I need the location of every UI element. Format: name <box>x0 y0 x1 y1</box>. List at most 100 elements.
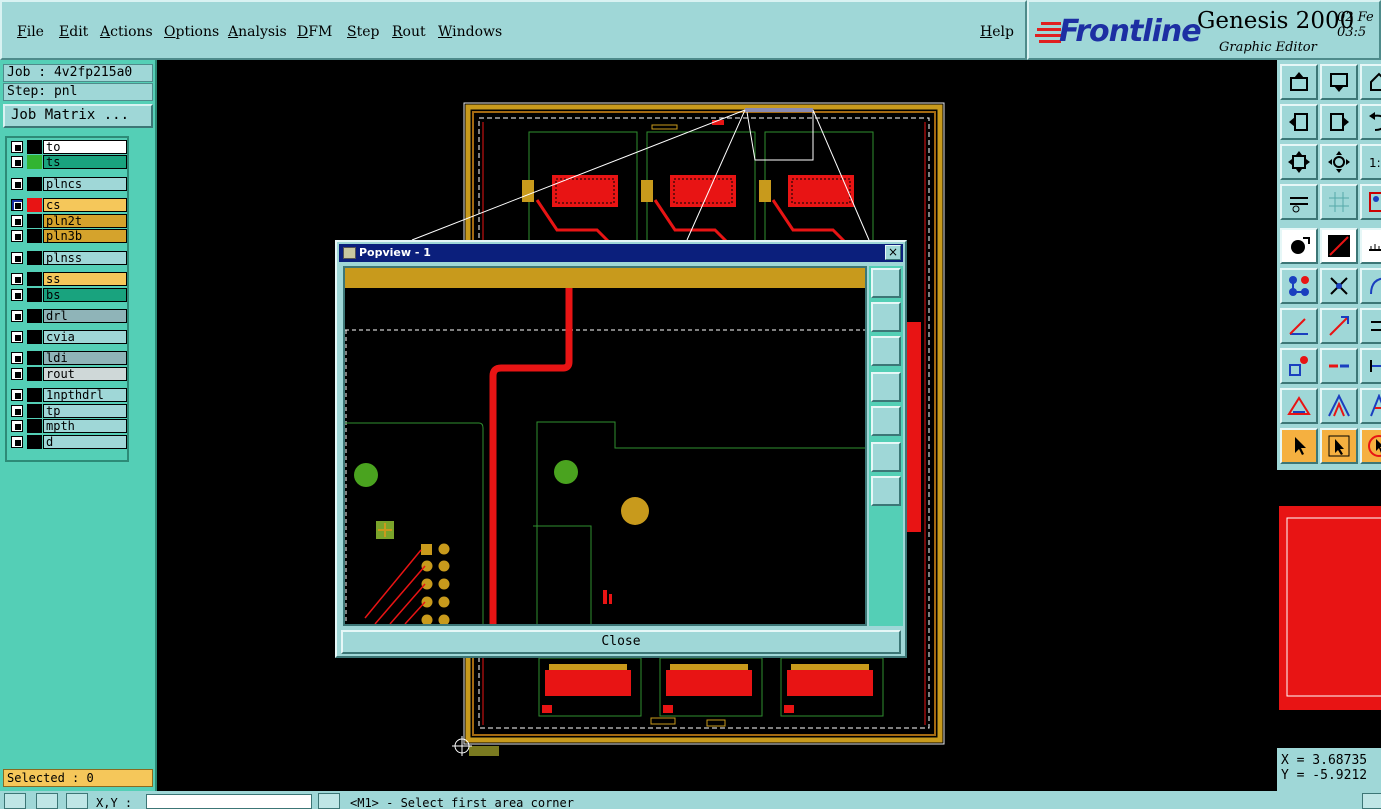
layer-name[interactable]: bs <box>43 288 127 302</box>
menu-help[interactable]: Help <box>980 24 1014 40</box>
layer-checkbox[interactable] <box>11 215 23 227</box>
measure-tool-icon[interactable] <box>1280 184 1318 220</box>
layer-color-swatch[interactable] <box>27 288 42 302</box>
layer-row-drl[interactable]: drl <box>9 309 127 323</box>
confirm-check-icon[interactable] <box>36 793 58 809</box>
pan-right-icon[interactable] <box>1320 104 1358 140</box>
text-icon[interactable] <box>1360 388 1381 424</box>
layer-row-ss[interactable]: ss <box>9 272 127 286</box>
menu-options[interactable]: Options <box>164 24 219 40</box>
layer-color-swatch[interactable] <box>27 251 42 265</box>
delete-point-icon[interactable] <box>1320 268 1358 304</box>
layer-color-swatch[interactable] <box>27 155 42 169</box>
layer-name[interactable]: 1npthdrl <box>43 388 127 402</box>
layer-row-bs[interactable]: bs <box>9 288 127 302</box>
join-icon[interactable] <box>1360 348 1381 384</box>
layer-row-cvia[interactable]: cvia <box>9 330 127 344</box>
popview-titlebar[interactable]: Popview - 1 × <box>339 244 903 262</box>
menu-windows[interactable]: Windows <box>438 24 502 40</box>
menu-rout[interactable]: Rout <box>392 24 426 40</box>
layer-name[interactable]: cs <box>43 198 127 212</box>
layer-color-swatch[interactable] <box>27 198 42 212</box>
layer-checkbox[interactable] <box>11 331 23 343</box>
layer-name[interactable]: plncs <box>43 177 127 191</box>
layer-color-swatch[interactable] <box>27 388 42 402</box>
draw-diagonal-icon[interactable] <box>1320 308 1358 344</box>
layer-checkbox[interactable] <box>11 178 23 190</box>
layer-checkbox[interactable] <box>11 389 23 401</box>
layer-checkbox[interactable] <box>11 420 23 432</box>
menu-edit[interactable]: Edit <box>59 24 88 40</box>
zoom-fit-icon[interactable] <box>1280 144 1318 180</box>
overview-preview[interactable] <box>1277 470 1381 748</box>
select-pointer-icon[interactable] <box>1280 428 1318 464</box>
pan-left-icon[interactable] <box>1280 104 1318 140</box>
layer-checkbox[interactable] <box>11 352 23 364</box>
menu-dfm[interactable]: DFM <box>297 24 332 40</box>
move-pad-icon[interactable] <box>1280 348 1318 384</box>
layer-color-swatch[interactable] <box>27 177 42 191</box>
zoom-center-icon[interactable] <box>1320 144 1358 180</box>
grid-icon[interactable] <box>1320 184 1358 220</box>
layer-name[interactable]: to <box>43 140 127 154</box>
popview-pan-down-icon[interactable] <box>871 336 901 366</box>
layer-name[interactable]: ts <box>43 155 127 169</box>
layer-name[interactable]: plnss <box>43 251 127 265</box>
layer-row-pln2t[interactable]: pln2t <box>9 214 127 228</box>
layer-row-plncs[interactable]: plncs <box>9 177 127 191</box>
layer-checkbox[interactable] <box>11 289 23 301</box>
layer-name[interactable]: ldi <box>43 351 127 365</box>
layer-row-ts[interactable]: ts <box>9 155 127 169</box>
zoom-ratio-icon[interactable]: 1:1 <box>1360 144 1381 180</box>
popview-zoom-icon[interactable] <box>871 268 901 298</box>
layer-checkbox[interactable] <box>11 405 23 417</box>
add-line-icon[interactable] <box>1320 228 1358 264</box>
draw-angle-icon[interactable] <box>1280 308 1318 344</box>
layer-row-1npthdrl[interactable]: 1npthdrl <box>9 388 127 402</box>
layer-checkbox[interactable] <box>11 273 23 285</box>
layer-color-swatch[interactable] <box>27 229 42 243</box>
popview-zoom-center-icon[interactable] <box>871 476 901 506</box>
layer-row-rout[interactable]: rout <box>9 367 127 381</box>
layer-row-cs[interactable]: cs <box>9 198 127 212</box>
pan-up-icon[interactable] <box>1280 64 1318 100</box>
layer-name[interactable]: mpth <box>43 419 127 433</box>
home-icon[interactable] <box>1360 64 1381 100</box>
triangle-icon[interactable] <box>1280 388 1318 424</box>
xy-input[interactable] <box>146 794 312 809</box>
menu-analysis[interactable]: Analysis <box>228 24 287 40</box>
mirror-icon[interactable] <box>1360 308 1381 344</box>
layer-checkbox[interactable] <box>11 436 23 448</box>
layer-row-tp[interactable]: tp <box>9 404 127 418</box>
popview-canvas[interactable] <box>343 266 867 626</box>
status-right-icon[interactable] <box>1362 793 1381 809</box>
layer-name[interactable]: drl <box>43 309 127 323</box>
layer-color-swatch[interactable] <box>27 140 42 154</box>
snap-mode-icon[interactable] <box>66 793 88 809</box>
layer-name[interactable]: pln2t <box>43 214 127 228</box>
menu-actions[interactable]: Actions <box>100 24 153 40</box>
layer-name[interactable]: cvia <box>43 330 127 344</box>
layer-checkbox[interactable] <box>11 368 23 380</box>
undo-view-icon[interactable] <box>1360 104 1381 140</box>
menu-step[interactable]: Step <box>347 24 379 40</box>
popview-zoom-fit-icon[interactable] <box>871 442 901 472</box>
layer-color-swatch[interactable] <box>27 214 42 228</box>
menu-file[interactable]: File <box>17 24 44 40</box>
layer-row-plnss[interactable]: plnss <box>9 251 127 265</box>
pan-down-icon[interactable] <box>1320 64 1358 100</box>
layer-checkbox[interactable] <box>11 230 23 242</box>
layer-color-swatch[interactable] <box>27 309 42 323</box>
layer-name[interactable]: ss <box>43 272 127 286</box>
peak-icon[interactable] <box>1320 388 1358 424</box>
arc-icon[interactable] <box>1360 268 1381 304</box>
layer-checkbox[interactable] <box>11 199 23 211</box>
select-circle-icon[interactable] <box>1360 428 1381 464</box>
layer-row-mpth[interactable]: mpth <box>9 419 127 433</box>
layer-color-swatch[interactable] <box>27 367 42 381</box>
layer-color-swatch[interactable] <box>27 435 42 449</box>
layer-checkbox[interactable] <box>11 156 23 168</box>
layer-row-d[interactable]: d <box>9 435 127 449</box>
connect-icon[interactable] <box>1280 268 1318 304</box>
cursor-mode-icon[interactable] <box>4 793 26 809</box>
